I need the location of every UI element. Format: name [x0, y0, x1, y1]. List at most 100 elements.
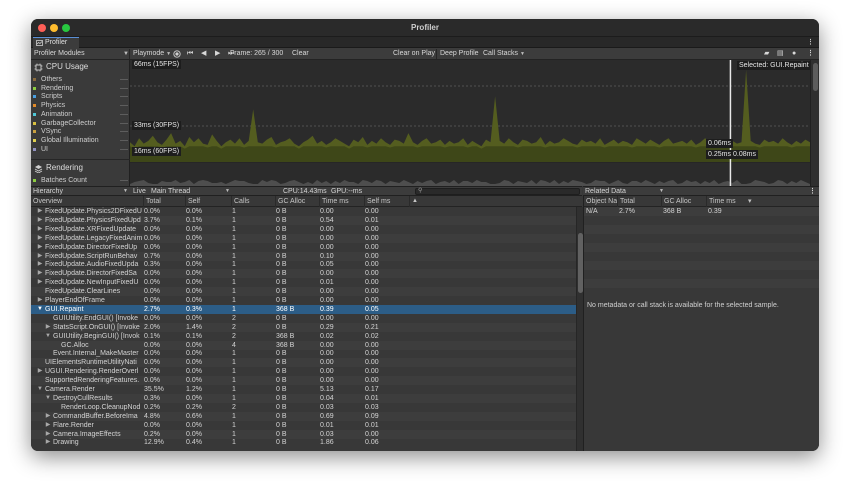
related-data-dropdown[interactable]: Related Data: [585, 187, 626, 196]
table-row[interactable]: ▶ StatsScript.OnGUI() [Invoke 2.0% 1.4% 2 0 B…: [31, 322, 582, 332]
cpu-usage-graph[interactable]: 66ms (15FPS) 33ms (30FPS) 16ms (60FPS) S…: [130, 60, 810, 186]
table-row[interactable]: GC.Alloc 0.0% 0.0% 4 368 B 0.00 0.00: [31, 340, 582, 350]
table-row[interactable]: ▼ GUIUtility.BeginGUI() [Invok 0.1% 0.1% 2 36…: [31, 332, 582, 341]
table-row[interactable]: ▶ Flare.Render 0.0% 0.0% 1 0 B 0.01 0.01: [31, 421, 582, 430]
table-row[interactable]: ▶ FixedUpdate.XRFixedUpdate 0.0% 0.0% 1 0 B 0.…: [31, 225, 582, 234]
deep-profile-button[interactable]: Deep Profile: [437, 48, 482, 60]
module-scrollbar-thumb[interactable]: [813, 63, 818, 91]
collapse-arrow-icon[interactable]: ▼: [45, 332, 51, 341]
table-row[interactable]: ▶ FixedUpdate.LegacyFixedAnim 0.0% 0.0% 1 0 B…: [31, 233, 582, 243]
tab-profiler[interactable]: Profiler: [33, 37, 79, 48]
record-button[interactable]: [173, 48, 181, 60]
expand-arrow-icon[interactable]: ▶: [45, 323, 51, 332]
table-row[interactable]: ▶ PlayerEndOfFrame 0.0% 0.0% 1 0 B 0.00 0.00: [31, 296, 582, 305]
cpu-legend-garbagecollector[interactable]: GarbageCollector: [33, 119, 128, 128]
column-header-overview[interactable]: Overview: [31, 196, 143, 207]
expand-arrow-icon[interactable]: ▶: [37, 234, 43, 243]
related-row[interactable]: N/A 2.7% 368 B 0.39: [584, 207, 819, 216]
expand-arrow-icon[interactable]: ▶: [37, 367, 43, 376]
table-row[interactable]: ▼ Camera.Render 35.5% 1.2% 1 0 B 5.13 0.17: [31, 385, 582, 394]
call-stacks-dropdown[interactable]: Call Stacks ▼: [480, 48, 528, 60]
clear-on-play-button[interactable]: Clear on Play: [390, 48, 438, 60]
table-row[interactable]: ▶ CommandBuffer.BeforeIma 4.8% 0.6% 1 0 B 0.69…: [31, 411, 582, 421]
related-header-time-ms[interactable]: Time ms: [706, 196, 746, 207]
column-header-total[interactable]: Total: [143, 196, 185, 207]
collapse-arrow-icon[interactable]: ▼: [37, 385, 43, 394]
playmode-dropdown[interactable]: Playmode ▼: [130, 48, 174, 60]
help-button[interactable]: ●: [792, 48, 796, 60]
table-row[interactable]: ▶ Camera.ImageEffects 0.2% 0.0% 1 0 B 0.03 0.00: [31, 429, 582, 439]
load-button[interactable]: ▰: [764, 48, 769, 60]
clear-button[interactable]: Clear: [289, 48, 312, 60]
column-header-calls[interactable]: Calls: [231, 196, 275, 207]
profiler-modules-dropdown[interactable]: Profiler Modules: [31, 48, 88, 60]
column-header-time-ms[interactable]: Time ms: [319, 196, 364, 207]
expand-arrow-icon[interactable]: ▶: [45, 421, 51, 430]
column-header-self[interactable]: Self: [185, 196, 231, 207]
cpu-legend-rendering[interactable]: Rendering: [33, 84, 128, 93]
view-dropdown[interactable]: Hierarchy: [33, 187, 63, 196]
table-row[interactable]: GUIUtility.EndGUI() [Invoke 0.0% 0.0% 2 0 B 0…: [31, 314, 582, 323]
table-row[interactable]: ▶ FixedUpdate.AudioFixedUpda 0.3% 0.0% 1 0 B 0…: [31, 260, 582, 269]
table-row[interactable]: ▶ FixedUpdate.DirectorFixedUp 0.0% 0.0% 1 0 B…: [31, 243, 582, 252]
expand-arrow-icon[interactable]: ▶: [37, 225, 43, 234]
table-row[interactable]: ▶ Drawing 12.9% 0.4% 1 0 B 1.86 0.06: [31, 438, 582, 447]
column-header-gc-alloc[interactable]: GC Alloc: [275, 196, 319, 207]
more-options-icon[interactable]: ⋮: [807, 48, 814, 60]
save-button[interactable]: ▤: [777, 48, 784, 60]
expand-arrow-icon[interactable]: ▶: [37, 269, 43, 278]
collapse-arrow-icon[interactable]: ▼: [45, 394, 51, 403]
cpu-legend-global-illumination[interactable]: Global Illumination: [33, 136, 128, 145]
expand-arrow-icon[interactable]: ▶: [45, 438, 51, 447]
collapse-arrow-icon[interactable]: ▼: [37, 305, 43, 314]
expand-arrow-icon[interactable]: ▶: [37, 207, 43, 216]
related-options-icon[interactable]: ⋮: [809, 187, 816, 196]
table-row[interactable]: RenderLoop.CleanupNod 0.2% 0.2% 2 0 B 0.03 0.0…: [31, 403, 582, 412]
table-row[interactable]: ▼ DestroyCullResults 0.3% 0.0% 1 0 B 0.04 0.01: [31, 393, 582, 403]
table-row[interactable]: FixedUpdate.ClearLines 0.0% 0.0% 1 0 B 0.00 0.…: [31, 287, 582, 297]
cpu-usage-module[interactable]: CPU Usage: [31, 61, 130, 73]
related-header-gc-alloc[interactable]: GC Alloc: [661, 196, 706, 207]
expand-arrow-icon[interactable]: ▶: [37, 216, 43, 225]
cpu-legend-vsync[interactable]: VSync: [33, 127, 128, 136]
table-row[interactable]: ▶ UGUI.Rendering.RenderOverl 0.0% 0.0% 1 0 B 0…: [31, 367, 582, 376]
expand-arrow-icon[interactable]: ▶: [37, 252, 43, 261]
module-scrollbar[interactable]: [810, 60, 819, 186]
related-header-total[interactable]: Total: [617, 196, 661, 207]
table-row[interactable]: ▶ FixedUpdate.DirectorFixedSa 0.0% 0.0% 1 0 B…: [31, 269, 582, 279]
expand-arrow-icon[interactable]: ▶: [37, 278, 43, 287]
cpu-legend-physics[interactable]: Physics: [33, 101, 128, 110]
cpu-legend-animation[interactable]: Animation: [33, 110, 128, 119]
rendering-module[interactable]: Rendering: [31, 162, 130, 174]
table-row[interactable]: Event.Internal_MakeMaster 0.0% 0.0% 1 0 B 0.0…: [31, 349, 582, 358]
next-frame-button[interactable]: ▶: [215, 48, 220, 60]
search-input[interactable]: ⚲: [415, 188, 580, 195]
related-header-object-na[interactable]: Object Na: [584, 196, 617, 207]
expand-arrow-icon[interactable]: ▶: [45, 412, 51, 421]
table-row[interactable]: ▶ FixedUpdate.ScriptRunBehav 0.7% 0.0% 1 0 B 0…: [31, 251, 582, 261]
thread-dropdown[interactable]: Main Thread: [151, 187, 190, 196]
expand-arrow-icon[interactable]: ▶: [37, 243, 43, 252]
previous-frame-button[interactable]: ◀: [201, 48, 206, 60]
sort-arrow-icon[interactable]: ▲: [409, 196, 423, 207]
hierarchy-scrollbar[interactable]: [576, 207, 583, 451]
sort-arrow-icon[interactable]: ▾: [746, 196, 756, 207]
live-toggle[interactable]: Live: [133, 187, 146, 196]
rendering-legend-batches-count[interactable]: Batches Count: [33, 176, 128, 185]
expand-arrow-icon[interactable]: ▶: [45, 430, 51, 439]
table-row[interactable]: UIElementsRuntimeUtilityNati 0.0% 0.0% 1 0 B…: [31, 358, 582, 368]
view-label: Hierarchy: [33, 188, 63, 195]
first-frame-button[interactable]: ⏮: [187, 48, 193, 60]
expand-arrow-icon[interactable]: ▶: [37, 296, 43, 305]
table-row[interactable]: ▶ FixedUpdate.NewInputFixedU 0.0% 0.0% 1 0 B 0…: [31, 278, 582, 287]
table-row[interactable]: ▶ FixedUpdate.PhysicsFixedUpd 3.7% 0.1% 1 0 B…: [31, 215, 582, 225]
column-header-self-ms[interactable]: Self ms: [364, 196, 409, 207]
table-row[interactable]: SupportedRenderingFeatures. 0.0% 0.0% 1 0 B 0…: [31, 376, 582, 386]
window-menu-icon[interactable]: ⋮: [807, 37, 814, 48]
table-row[interactable]: ▶ FixedUpdate.Physics2DFixedU 0.0% 0.0% 1 0 B…: [31, 207, 582, 216]
table-row[interactable]: ▼ GUI.Repaint 2.7% 0.3% 1 368 B 0.39 0.05: [31, 304, 582, 314]
cpu-legend-scripts[interactable]: Scripts: [33, 92, 128, 101]
cpu-legend-ui[interactable]: UI: [33, 145, 128, 154]
cpu-legend-others[interactable]: Others: [33, 75, 128, 84]
expand-arrow-icon[interactable]: ▶: [37, 260, 43, 269]
